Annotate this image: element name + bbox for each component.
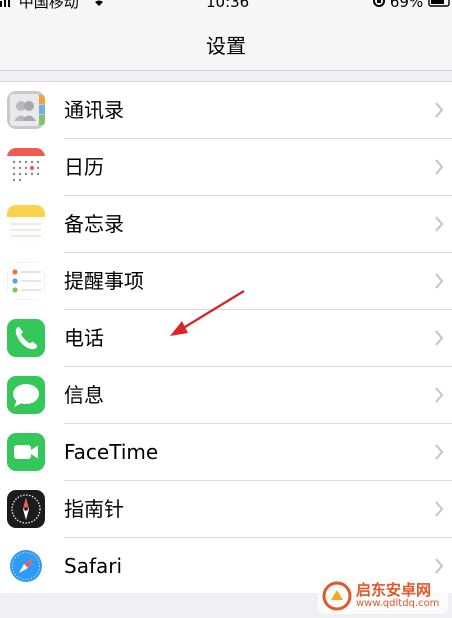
- status-time: 10:36: [206, 0, 250, 11]
- settings-row-label: 提醒事项: [64, 269, 144, 293]
- settings-row-contacts[interactable]: 通讯录: [0, 82, 452, 139]
- wifi-icon: [90, 0, 108, 10]
- carrier-label: 中国移动: [18, 0, 79, 11]
- messages-icon: [7, 376, 45, 414]
- watermark-logo-icon: [322, 581, 352, 611]
- chevron-right-icon: [435, 273, 444, 289]
- chevron-right-icon: [435, 501, 444, 517]
- chevron-right-icon: [435, 159, 444, 175]
- contacts-icon: [7, 91, 45, 129]
- settings-row-label: 电话: [64, 326, 104, 350]
- chevron-right-icon: [435, 387, 444, 403]
- settings-row-label: 信息: [64, 383, 104, 407]
- settings-row-facetime[interactable]: FaceTime: [0, 424, 452, 481]
- orientation-lock-icon: [373, 0, 386, 10]
- settings-row-label: 备忘录: [64, 212, 124, 236]
- phone-icon: [7, 319, 45, 357]
- compass-icon: [7, 490, 45, 528]
- settings-row-label: Safari: [64, 554, 123, 578]
- notes-icon: [7, 205, 45, 243]
- settings-row-label: 日历: [64, 155, 104, 179]
- settings-row-phone[interactable]: 电话: [0, 310, 452, 367]
- page-title: 设置: [206, 34, 246, 58]
- status-carrier: 中国移动: [0, 0, 108, 10]
- safari-icon: [7, 547, 45, 585]
- nav-bar: 设置: [0, 14, 452, 71]
- watermark-url: www.qdltdq.com: [356, 598, 440, 609]
- settings-row-compass[interactable]: 指南针: [0, 481, 452, 538]
- section-gap: [0, 71, 452, 81]
- settings-row-notes[interactable]: 备忘录: [0, 196, 452, 253]
- watermark-name: 启东安卓网: [356, 581, 432, 599]
- watermark: 启东安卓网 www.qdltdq.com: [318, 578, 448, 614]
- reminders-icon: [7, 262, 45, 300]
- settings-row-label: FaceTime: [64, 440, 159, 464]
- settings-list: 通讯录 日历 备忘录 提醒事项 电话 信息 FaceTime 指南针 Safar…: [0, 81, 452, 595]
- chevron-right-icon: [435, 330, 444, 346]
- battery-icon: [428, 0, 452, 10]
- signal-icon: [0, 0, 14, 10]
- settings-row-calendar[interactable]: 日历: [0, 139, 452, 196]
- settings-row-reminders[interactable]: 提醒事项: [0, 253, 452, 310]
- chevron-right-icon: [435, 444, 444, 460]
- settings-row-label: 通讯录: [64, 98, 124, 122]
- status-battery: 69%: [373, 0, 452, 10]
- settings-row-label: 指南针: [64, 497, 124, 521]
- settings-row-messages[interactable]: 信息: [0, 367, 452, 424]
- facetime-icon: [7, 433, 45, 471]
- chevron-right-icon: [435, 102, 444, 118]
- calendar-icon: [7, 148, 45, 186]
- status-bar: 中国移动 10:36 69%: [0, 0, 452, 14]
- chevron-right-icon: [435, 216, 444, 232]
- battery-percent: 69%: [389, 0, 424, 11]
- chevron-right-icon: [435, 558, 444, 574]
